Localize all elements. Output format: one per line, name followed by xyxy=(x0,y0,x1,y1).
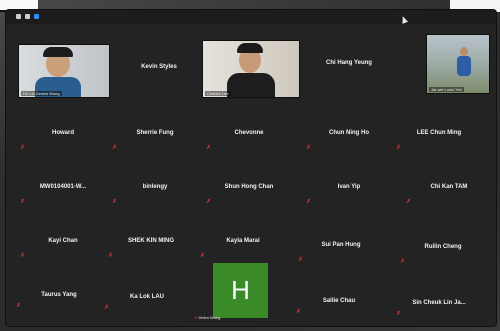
muted-mic-icon: ✗ xyxy=(306,199,312,205)
muted-mic-icon: ✗ xyxy=(306,145,312,151)
participant-hair xyxy=(237,43,263,53)
muted-mic-icon: ✗ xyxy=(396,145,402,151)
participant-tile-video[interactable]: Ho Lei Dennis Wong xyxy=(18,44,110,98)
participant-tile[interactable]: Howard ✗ xyxy=(18,110,108,160)
participant-tile-video[interactable]: Jai-wei Louis Yeh xyxy=(426,34,490,94)
participant-name: Ruilin Cheng xyxy=(424,244,462,250)
participant-name: Jai-wei Louis Yeh xyxy=(429,87,464,92)
participant-face xyxy=(460,47,468,56)
participant-name: LEE Chun Ming xyxy=(416,130,462,136)
participant-shirt xyxy=(227,73,275,97)
muted-mic-icon: ✗ xyxy=(20,253,26,259)
participant-name: Chun Ning Ho xyxy=(329,130,369,136)
menu-icon[interactable] xyxy=(16,14,21,19)
participant-name: Chi Kan TAM xyxy=(430,184,468,190)
participant-tile[interactable]: Sherrie Fung ✗ xyxy=(110,110,200,160)
participant-avatar[interactable]: H xyxy=(213,263,268,318)
participant-tile[interactable]: Kayla Marai ✗ xyxy=(198,218,288,268)
participant-shirt xyxy=(457,56,471,76)
muted-mic-icon: ✗ xyxy=(206,199,212,205)
participant-tile[interactable]: Chun Ning Ho ✗ xyxy=(304,110,394,160)
participant-name: Sin Cheuk Lin Ja... xyxy=(412,300,466,306)
participant-name: Sherrie Fung xyxy=(136,130,174,136)
participant-name: Kayi Chan xyxy=(48,238,78,244)
participant-name: Howard xyxy=(51,130,74,136)
participant-name-wrap: ✗ Helen Wong xyxy=(194,315,220,320)
participant-name: Shun Hong Chan xyxy=(224,184,274,190)
mouse-cursor-icon xyxy=(399,15,409,24)
participant-tile[interactable]: Sui Pan Hung ✗ xyxy=(296,222,386,272)
participant-tile[interactable]: MW0104001-W... ✗ xyxy=(18,164,108,214)
participant-hair xyxy=(43,47,73,57)
participant-tile[interactable]: Kevin Styles xyxy=(114,44,204,94)
meeting-window: Ho Lei Dennis Wong Kevin Styles Charles … xyxy=(6,10,496,326)
participant-tile[interactable]: Sin Cheuk Lin Ja... ✗ xyxy=(394,280,484,326)
grid-view-icon[interactable] xyxy=(25,14,30,19)
participant-name: Sui Pan Hung xyxy=(321,242,361,248)
participant-name: Ho Lei Dennis Wong xyxy=(21,91,62,96)
participant-tile[interactable]: Ivan Yip ✗ xyxy=(304,164,394,214)
muted-mic-icon: ✗ xyxy=(108,253,114,259)
muted-mic-icon: ✗ xyxy=(16,303,22,309)
participant-tile[interactable]: Chi Kan TAM ✗ xyxy=(404,164,494,214)
muted-mic-icon: ✗ xyxy=(200,253,206,259)
participant-name: Kayla Marai xyxy=(226,238,260,244)
participant-tile[interactable]: Kayi Chan ✗ xyxy=(18,218,108,268)
muted-mic-icon: ✗ xyxy=(20,145,26,151)
muted-mic-icon: ✗ xyxy=(400,259,406,265)
participant-name: Helen Wong xyxy=(198,315,221,320)
participant-name: Charles Lee xyxy=(205,91,231,96)
muted-mic-icon: ✗ xyxy=(298,257,304,263)
participant-name: Kevin Styles xyxy=(141,64,177,70)
participant-tile-video[interactable]: Charles Lee xyxy=(202,40,300,98)
participant-tile[interactable]: LEE Chun Ming ✗ xyxy=(394,110,484,160)
muted-mic-icon: ✗ xyxy=(112,145,118,151)
participant-tile[interactable]: Chevonne ✗ xyxy=(204,110,294,160)
muted-mic-icon: ✗ xyxy=(104,305,110,311)
gallery-view-icon[interactable] xyxy=(34,14,39,19)
participant-tile[interactable]: Ruilin Cheng ✗ xyxy=(398,224,488,274)
participant-name: MW0104001-W... xyxy=(39,184,87,190)
muted-mic-icon: ✗ xyxy=(406,199,412,205)
participant-tile[interactable]: Taurus Yang ✗ xyxy=(14,272,104,322)
participant-tile[interactable]: binlengy ✗ xyxy=(110,164,200,214)
participant-name: binlengy xyxy=(142,184,168,190)
participant-name: Sallie Chau xyxy=(322,298,356,304)
participant-name: Chevonne xyxy=(234,130,264,136)
participant-name: Chi Hang Yeung xyxy=(326,60,372,66)
participant-name: Taurus Yang xyxy=(41,292,77,298)
participant-tile[interactable]: Shun Hong Chan ✗ xyxy=(204,164,294,214)
participant-tile[interactable]: SHEK KIN MING ✗ xyxy=(106,218,196,268)
muted-mic-icon: ✗ xyxy=(396,311,402,317)
participant-name: Ivan Yip xyxy=(337,184,361,190)
muted-mic-icon: ✗ xyxy=(296,309,302,315)
view-controls[interactable] xyxy=(16,14,39,19)
participant-tile[interactable]: Sallie Chau ✗ xyxy=(294,278,384,326)
muted-mic-icon: ✗ xyxy=(206,145,212,151)
participant-tile[interactable]: Chi Hang Yeung xyxy=(304,40,394,90)
participant-name: SHEK KIN MING xyxy=(127,238,174,244)
muted-mic-icon: ✗ xyxy=(20,199,26,205)
toolbar xyxy=(6,10,496,24)
participant-name: Ka Lok LAU xyxy=(129,294,164,300)
paper-edge xyxy=(0,0,38,10)
muted-mic-icon: ✗ xyxy=(112,199,118,205)
participant-tile[interactable]: Ka Lok LAU ✗ xyxy=(102,274,192,324)
